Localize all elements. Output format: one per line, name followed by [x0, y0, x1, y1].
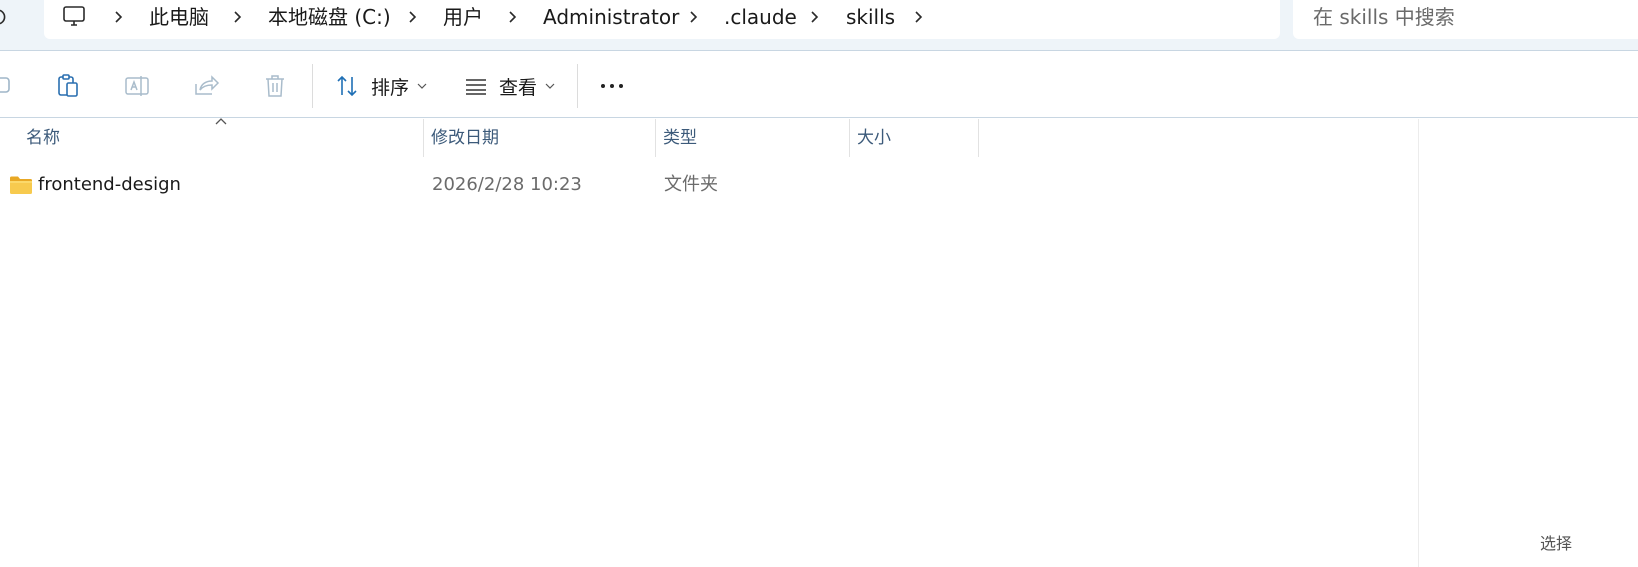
sort-button[interactable]: 排序: [335, 68, 427, 104]
file-name: frontend-design: [38, 174, 181, 195]
this-pc-icon[interactable]: [62, 4, 86, 30]
view-button[interactable]: 查看: [463, 68, 555, 104]
toolbar-divider: [577, 64, 578, 108]
share-icon[interactable]: [192, 72, 220, 100]
navigation-bar: 此电脑 本地磁盘 (C:) 用户 Administrator .claude s…: [0, 0, 1638, 51]
breadcrumb-claude[interactable]: .claude: [724, 4, 797, 30]
chevron-right-icon[interactable]: [112, 5, 126, 29]
paste-icon[interactable]: [54, 72, 82, 100]
view-list-icon: [466, 79, 486, 95]
chevron-right-icon[interactable]: [231, 5, 245, 29]
copy-icon[interactable]: [0, 72, 14, 100]
column-header-size[interactable]: 大小: [849, 119, 978, 157]
delete-icon[interactable]: [261, 72, 289, 100]
toolbar-divider: [312, 64, 313, 108]
chevron-right-icon[interactable]: [687, 5, 701, 29]
file-list: frontend-design 2026/2/28 10:23 文件夹: [0, 160, 1418, 560]
chevron-right-icon[interactable]: [808, 5, 822, 29]
refresh-icon[interactable]: [0, 4, 12, 30]
breadcrumb-administrator[interactable]: Administrator: [543, 4, 679, 30]
sort-icon: [337, 75, 357, 97]
rename-icon[interactable]: [123, 72, 151, 100]
column-header-modified[interactable]: 修改日期: [423, 119, 655, 157]
column-resize-handle[interactable]: [978, 119, 979, 157]
sort-label: 排序: [371, 76, 410, 99]
chevron-right-icon[interactable]: [912, 5, 926, 29]
details-pane-divider: [1418, 119, 1419, 567]
status-text: 选择: [1540, 534, 1573, 553]
address-bar[interactable]: 此电脑 本地磁盘 (C:) 用户 Administrator .claude s…: [44, 0, 1280, 39]
file-type: 文件夹: [664, 174, 718, 195]
chevron-right-icon[interactable]: [506, 5, 520, 29]
column-header-row: 名称 修改日期 类型 大小: [0, 119, 1418, 157]
search-input[interactable]: 在 skills 中搜索: [1293, 0, 1638, 39]
folder-icon: [9, 174, 33, 196]
column-header-type[interactable]: 类型: [655, 119, 849, 157]
view-label: 查看: [499, 76, 538, 99]
command-bar: 排序 查看: [0, 52, 1638, 118]
breadcrumb-this-pc[interactable]: 此电脑: [149, 4, 209, 30]
search-placeholder: 在 skills 中搜索: [1313, 5, 1455, 29]
breadcrumb-users[interactable]: 用户: [443, 4, 483, 30]
chevron-down-icon: [417, 83, 427, 89]
chevron-right-icon[interactable]: [406, 5, 420, 29]
file-explorer-window: 此电脑 本地磁盘 (C:) 用户 Administrator .claude s…: [0, 0, 1638, 567]
table-row[interactable]: frontend-design 2026/2/28 10:23 文件夹: [0, 168, 1418, 202]
file-modified-date: 2026/2/28 10:23: [432, 174, 582, 195]
column-header-name[interactable]: 名称: [18, 119, 423, 157]
chevron-down-icon: [545, 83, 555, 89]
more-options-icon[interactable]: [598, 72, 626, 100]
breadcrumb-local-disk[interactable]: 本地磁盘 (C:): [268, 4, 391, 30]
breadcrumb-skills[interactable]: skills: [846, 4, 895, 30]
